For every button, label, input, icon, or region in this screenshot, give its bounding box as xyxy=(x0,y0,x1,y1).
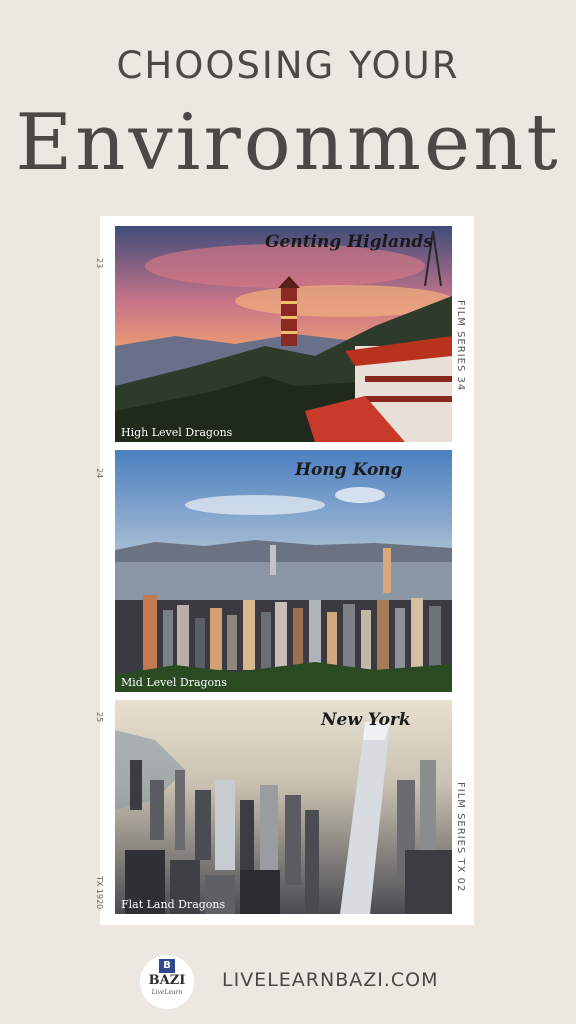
photo-new-york: New York Flat Land Dragons xyxy=(115,700,452,914)
film-series-label-bottom: FILM SERIES TX 02 xyxy=(455,782,466,893)
film-series-label-top: FILM SERIES 34 xyxy=(455,300,466,392)
frame-number: 24 xyxy=(95,468,104,479)
logo-badge: B xyxy=(159,959,175,973)
website-url[interactable]: LIVELEARNBAZI.COM xyxy=(222,969,439,991)
heading-environment: Environment xyxy=(15,98,561,188)
photo-title: New York xyxy=(321,710,411,730)
photo-title: Genting Higlands xyxy=(265,232,433,252)
logo-subtitle: LiveLearn xyxy=(151,989,183,996)
heading-choosing-your: CHOOSING YOUR xyxy=(116,44,460,87)
logo-name: BAZI xyxy=(148,973,186,988)
bazi-logo: B BAZI LiveLearn xyxy=(140,955,194,1009)
photo-caption: High Level Dragons xyxy=(121,426,233,439)
photo-genting-highlands: Genting Higlands High Level Dragons xyxy=(115,226,452,442)
genting-scene-image xyxy=(115,226,452,442)
photo-caption: Mid Level Dragons xyxy=(121,676,227,689)
photo-title: Hong Kong xyxy=(295,460,403,480)
frame-number: 25 xyxy=(95,712,104,723)
new-york-scene-image xyxy=(115,700,452,914)
film-code: TX 1920 xyxy=(95,876,104,910)
hong-kong-scene-image xyxy=(115,450,452,692)
photo-hong-kong: Hong Kong Mid Level Dragons xyxy=(115,450,452,692)
frame-number: 23 xyxy=(95,258,104,269)
film-strip: Genting Higlands High Level Dragons Hong… xyxy=(95,216,474,925)
photo-caption: Flat Land Dragons xyxy=(121,898,226,911)
